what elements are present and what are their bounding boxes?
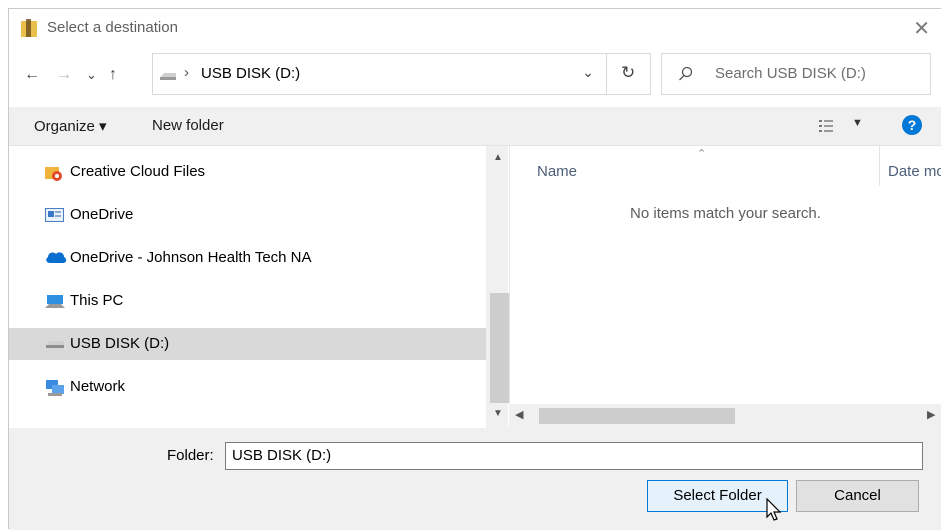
view-options-icon[interactable]: [819, 119, 835, 136]
usb-drive-icon: [45, 336, 65, 352]
close-button[interactable]: ✕: [913, 16, 930, 41]
sidebar-item-this-pc[interactable]: This PC: [9, 285, 486, 317]
scroll-right-icon[interactable]: ▶: [927, 408, 935, 421]
empty-message: No items match your search.: [630, 205, 821, 222]
scroll-up-icon[interactable]: ▲: [493, 152, 503, 163]
address-dropdown-button[interactable]: ⌄: [582, 64, 594, 81]
breadcrumb-separator: ›: [184, 64, 189, 81]
sidebar-item-label: OneDrive - Johnson Health Tech NA: [70, 249, 312, 266]
title-bar: Select a destination ✕: [9, 9, 941, 47]
onedrive-cloud-icon: [45, 250, 67, 266]
column-header-name[interactable]: Name: [537, 163, 577, 180]
creative-cloud-icon: [45, 164, 65, 181]
back-button[interactable]: ←: [24, 66, 40, 84]
file-list-pane: ⌃ Name Date mo No items match your searc…: [509, 146, 941, 428]
search-input[interactable]: Search USB DISK (D:): [661, 53, 931, 95]
refresh-button[interactable]: ↻: [607, 53, 651, 95]
view-dropdown-icon[interactable]: ▼: [852, 117, 863, 129]
sort-ascending-icon: ⌃: [697, 148, 707, 160]
command-bar: Organize ▾ New folder ▼ ?: [9, 107, 941, 146]
this-pc-icon: [45, 293, 65, 309]
pane-divider: [509, 146, 510, 428]
breadcrumb-current[interactable]: USB DISK (D:): [201, 65, 300, 82]
forward-button[interactable]: →: [56, 66, 72, 84]
sidebar-item-creative-cloud[interactable]: Creative Cloud Files: [9, 156, 486, 188]
sidebar-item-label: Network: [70, 378, 126, 395]
scroll-down-icon[interactable]: ▼: [493, 408, 503, 419]
horizontal-scrollbar-thumb[interactable]: [539, 408, 735, 424]
recent-locations-button[interactable]: ⌄: [86, 67, 97, 83]
navigation-pane: Creative Cloud Files OneDrive OneDrive -…: [9, 146, 486, 428]
scrollbar-thumb[interactable]: [490, 293, 510, 403]
organize-button[interactable]: Organize ▾: [34, 117, 107, 135]
sidebar-item-usb-disk[interactable]: USB DISK (D:): [9, 328, 486, 360]
onedrive-icon: [45, 207, 65, 223]
sidebar-item-label: OneDrive: [70, 206, 134, 223]
mouse-cursor-icon: [766, 497, 782, 525]
help-button[interactable]: ?: [902, 115, 922, 135]
refresh-icon: ↻: [621, 63, 636, 82]
window-title: Select a destination: [47, 19, 178, 36]
search-icon: [678, 66, 694, 85]
search-placeholder: Search USB DISK (D:): [715, 65, 866, 82]
sidebar-item-label: This PC: [70, 292, 124, 309]
sidebar-item-label: USB DISK (D:): [70, 335, 170, 352]
address-bar[interactable]: › USB DISK (D:) ⌄: [152, 53, 607, 95]
column-header-date[interactable]: Date mo: [888, 163, 941, 180]
navigation-scrollbar[interactable]: ▲ ▼: [486, 146, 510, 428]
select-destination-dialog: Select a destination ✕ ← → ⌄ ↑ › USB DIS…: [8, 8, 941, 530]
new-folder-button[interactable]: New folder: [152, 117, 224, 134]
folder-icon: [21, 19, 37, 37]
sidebar-item-onedrive-johnson[interactable]: OneDrive - Johnson Health Tech NA: [9, 242, 486, 274]
up-button[interactable]: ↑: [109, 66, 117, 84]
scroll-left-icon[interactable]: ◀: [515, 408, 523, 421]
cancel-button[interactable]: Cancel: [796, 480, 919, 512]
sidebar-item-label: Creative Cloud Files: [70, 163, 206, 180]
folder-label: Folder:: [167, 447, 214, 464]
sidebar-item-network[interactable]: Network: [9, 371, 486, 403]
network-icon: [45, 379, 65, 396]
usb-drive-icon: [159, 68, 177, 80]
sidebar-item-onedrive[interactable]: OneDrive: [9, 199, 486, 231]
horizontal-scrollbar[interactable]: ◀ ▶: [509, 404, 941, 428]
column-divider: [879, 146, 880, 186]
folder-name-input[interactable]: USB DISK (D:): [225, 442, 923, 470]
